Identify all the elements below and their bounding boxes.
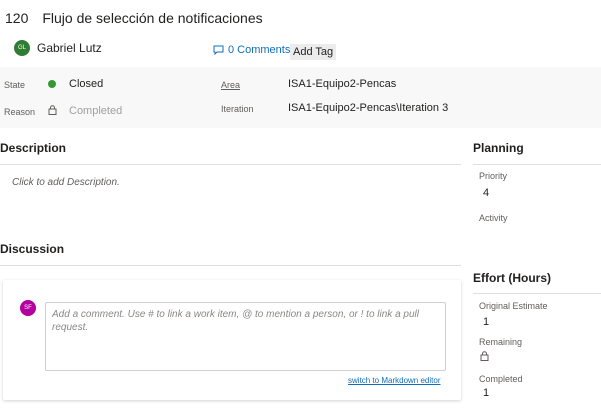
description-heading: Description (0, 141, 67, 155)
comments-count: 0 Comments (228, 44, 291, 56)
discussion-divider (0, 265, 461, 266)
planning-heading: Planning (473, 141, 524, 155)
area-label: Area (221, 80, 241, 90)
markdown-editor-link[interactable]: switch to Markdown editor (348, 376, 440, 385)
priority-label: Priority (479, 171, 508, 181)
area-value[interactable]: ISA1-Equipo2-Pencas (288, 78, 396, 90)
lock-icon (48, 105, 57, 115)
description-field[interactable]: Click to add Description. (12, 177, 120, 188)
description-divider (0, 164, 461, 165)
iteration-value[interactable]: ISA1-Equipo2-Pencas\Iteration 3 (288, 102, 448, 114)
activity-field[interactable] (479, 226, 599, 240)
comment-icon (213, 45, 224, 55)
work-item-title[interactable]: Flujo de selección de notificaciones (42, 10, 262, 26)
commenter-avatar: SF (20, 300, 36, 316)
discussion-heading: Discussion (0, 242, 65, 256)
comment-input[interactable]: Add a comment. Use # to link a work item… (45, 302, 446, 371)
fields-panel: State Closed Reason Completed Area ISA1-… (0, 67, 601, 128)
activity-label: Activity (479, 213, 508, 223)
completed-label: Completed (479, 374, 523, 384)
add-tag-button[interactable]: Add Tag (290, 44, 337, 60)
planning-divider (473, 164, 601, 165)
completed-value[interactable]: 1 (483, 387, 489, 399)
remaining-label: Remaining (479, 337, 523, 347)
lock-icon (480, 351, 489, 361)
state-label: State (4, 80, 26, 90)
state-indicator-icon (48, 80, 56, 88)
work-item-id: 120 (5, 10, 29, 26)
state-value[interactable]: Closed (69, 78, 103, 90)
assignee-name: Gabriel Lutz (37, 41, 102, 55)
original-estimate-value[interactable]: 1 (483, 316, 489, 328)
effort-heading: Effort (Hours) (473, 271, 551, 285)
priority-value[interactable]: 4 (483, 187, 489, 199)
comments-link[interactable]: 0 Comments (213, 44, 290, 56)
original-estimate-label: Original Estimate (479, 301, 548, 311)
iteration-label: Iteration (221, 104, 254, 114)
effort-divider (473, 293, 601, 294)
assignee[interactable]: GL Gabriel Lutz (14, 40, 102, 56)
avatar: GL (14, 40, 30, 56)
reason-label: Reason (4, 107, 36, 117)
work-item-title-row: 120 Flujo de selección de notificaciones (5, 10, 263, 26)
reason-value: Completed (69, 105, 123, 117)
